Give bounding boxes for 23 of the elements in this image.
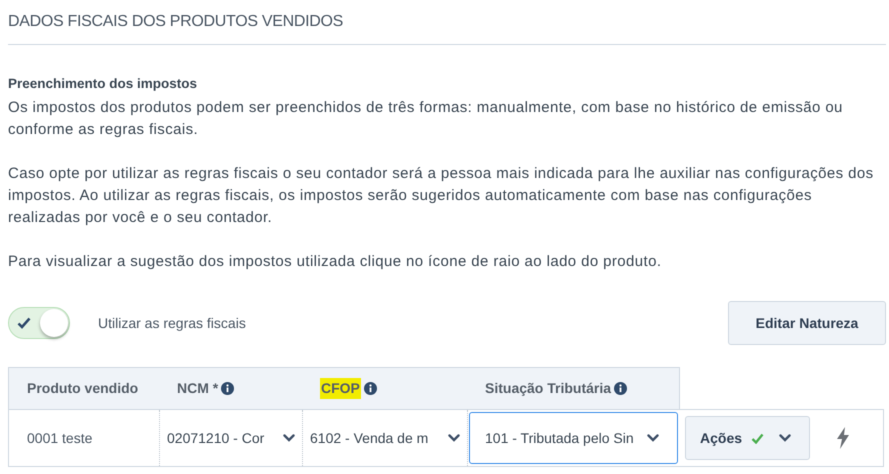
edit-nature-button[interactable]: Editar Natureza xyxy=(728,301,886,345)
column-header: NCM * xyxy=(177,379,218,398)
toggle-switch[interactable] xyxy=(8,307,70,339)
info-paragraph: Para visualizar a sugestão dos impostos utilizada clique no ícone de raio ao lado do produto. xyxy=(8,252,662,272)
select-field[interactable]: 02071210 - Cor xyxy=(161,412,301,464)
chevron-icon xyxy=(283,434,295,442)
section-title: DADOS FISCAIS DOS PRODUTOS VENDIDOS xyxy=(8,13,344,30)
chevron-icon xyxy=(779,434,792,442)
info-paragraph: Os impostos dos produtos podem ser preenchidos de três formas: manualmente, com base no histórico de emissão ou conforme as regras fiscais. xyxy=(8,98,844,140)
lightning-icon[interactable] xyxy=(836,427,850,449)
column-header: Situação Tributária xyxy=(485,379,612,398)
select-field[interactable]: 6102 - Venda de m xyxy=(304,412,466,464)
select-field[interactable]: 101 - Tributada pelo Sin xyxy=(469,412,678,464)
actions-button[interactable]: Ações xyxy=(685,416,810,460)
chevron-icon xyxy=(448,434,460,442)
info-heading: Preenchimento dos impostos xyxy=(8,75,198,93)
chevron-icon xyxy=(647,434,659,442)
table-cell-text: 0001 teste xyxy=(27,428,92,448)
column-header: CFOP xyxy=(320,378,361,399)
toggle-label: Utilizar as regras fiscais xyxy=(98,314,246,333)
column-header: Produto vendido xyxy=(27,379,138,398)
check-icon xyxy=(17,317,31,329)
info-paragraph: Caso opte por utilizar as regras fiscais o seu contador será a pessoa mais indicada para lhe auxiliar nas configurações dos impostos. Ao utilizar as regras fiscais, os impostos serão sugeridos automaticamente com base nas configurações realizadas por você e o seu contador. xyxy=(8,164,874,228)
